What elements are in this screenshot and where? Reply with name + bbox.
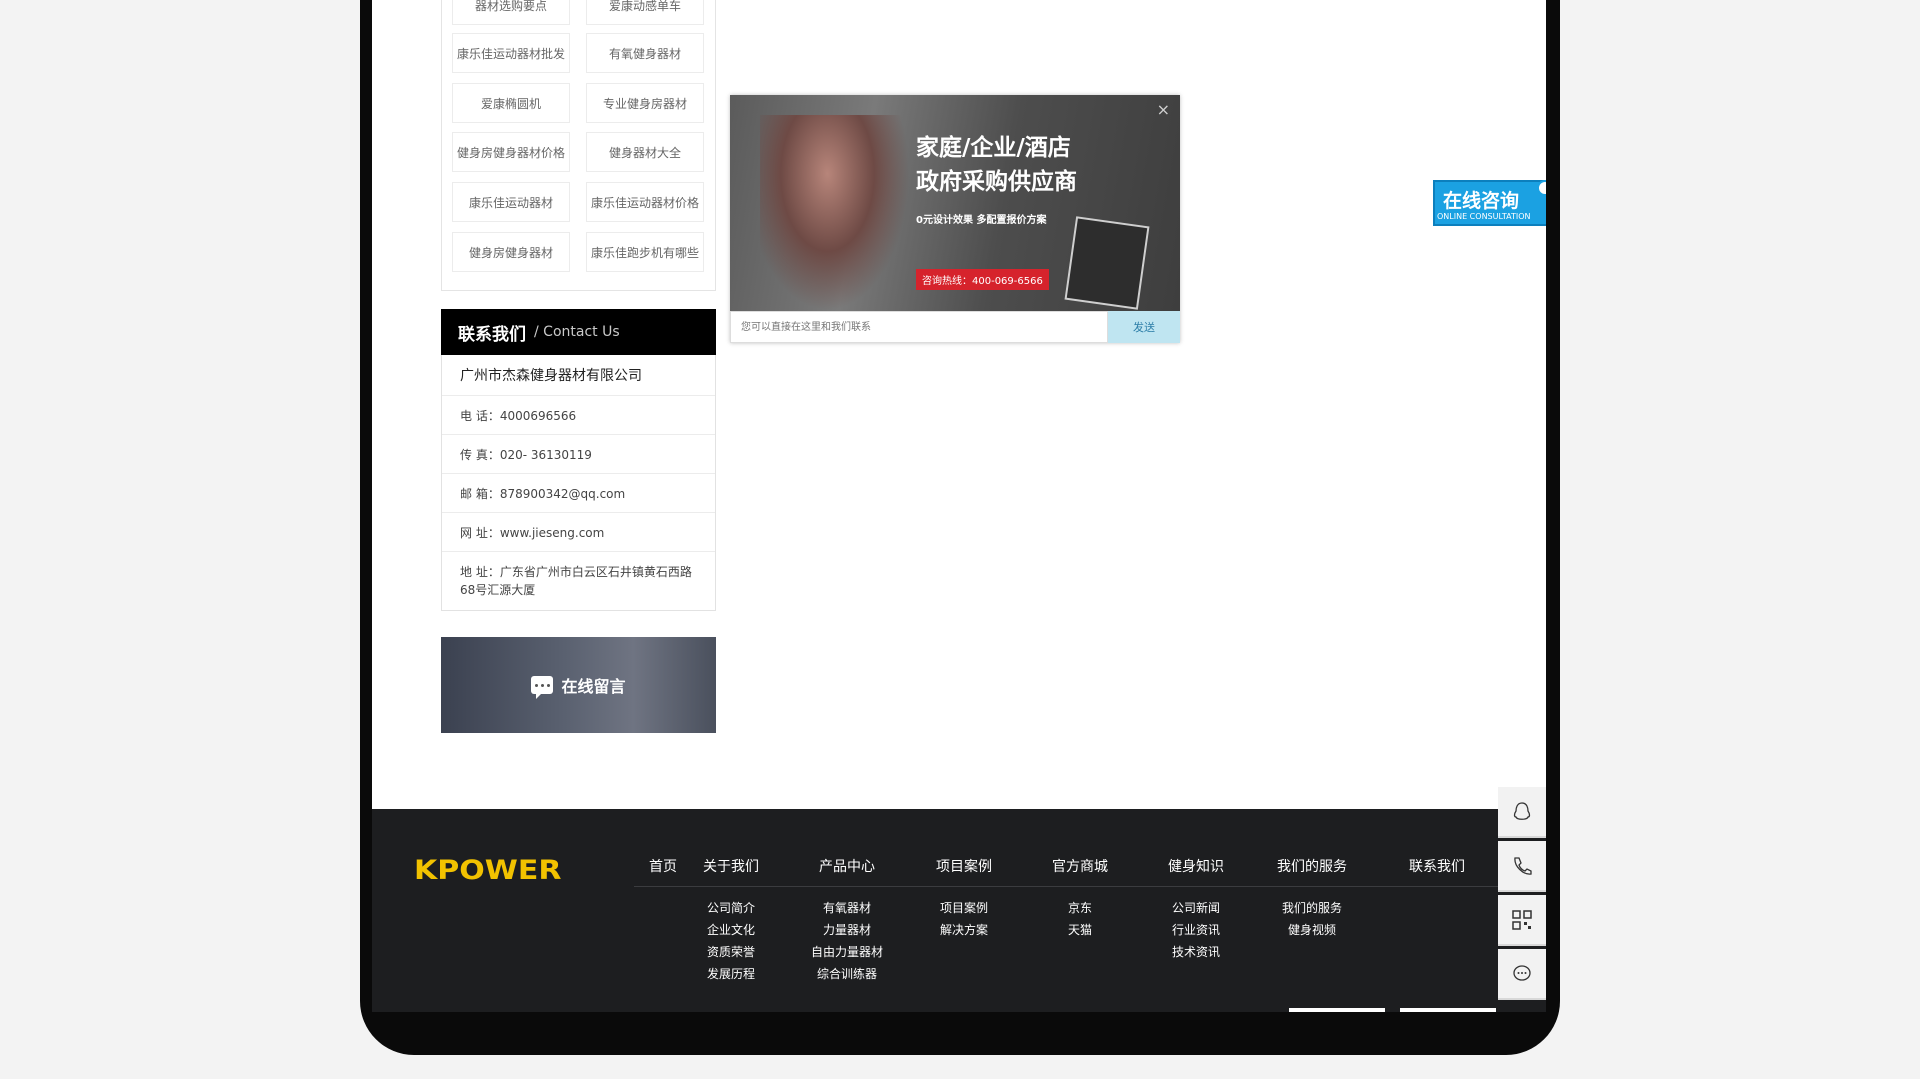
chat-badge-icon [1537,180,1546,196]
tag-link[interactable]: 爱康动感单车 [586,0,704,25]
online-message-label: 在线留言 [561,677,626,696]
footer-link[interactable]: 公司简介 [683,899,779,916]
footer-link[interactable]: 自由力量器材 [799,943,895,960]
footer-link[interactable]: 力量器材 [799,921,895,938]
footer-nav-service[interactable]: 我们的服务 [1264,856,1360,876]
popup-title: 家庭/企业/酒店 政府采购供应商 [916,135,1077,195]
tag-link[interactable]: 康乐佳运动器材批发 [452,33,570,73]
popup-subtitle: 0元设计效果 多配置报价方案 [916,215,1047,226]
footer-link[interactable]: 天猫 [1032,921,1128,938]
footer-link[interactable]: 解决方案 [916,921,1012,938]
footer-link[interactable]: 项目案例 [916,899,1012,916]
side-dock [1498,787,1546,1012]
company-name: 广州市杰森健身器材有限公司 [442,355,715,396]
footer-link[interactable]: 企业文化 [683,921,779,938]
chat-icon[interactable] [1498,949,1546,1000]
online-consultation-button[interactable]: 在线咨询 ONLINE CONSULTATION [1433,180,1546,226]
contact-website: 网 址：www.jieseng.com [442,513,715,552]
tag-link[interactable]: 健身器材大全 [586,132,704,172]
footer: KPOWER 首页 关于我们 产品中心 项目案例 官方商城 健身知识 我们的服务… [372,809,1546,1012]
tag-link[interactable]: 健身房健身器材 [452,232,570,272]
footer-nav-knowledge[interactable]: 健身知识 [1148,856,1244,876]
contact-email: 邮 箱：878900342@qq.com [442,474,715,513]
footer-link[interactable]: 发展历程 [683,965,779,982]
footer-link[interactable]: 资质荣誉 [683,943,779,960]
tag-link[interactable]: 康乐佳运动器材价格 [586,182,704,222]
footer-nav-store[interactable]: 官方商城 [1032,856,1128,876]
contact-box: 联系我们 / Contact Us 广州市杰森健身器材有限公司 电 话：4000… [441,309,716,611]
footer-link[interactable]: 技术资讯 [1148,943,1244,960]
consult-popup: 家庭/企业/酒店 政府采购供应商 0元设计效果 多配置报价方案 咨询热线：400… [730,95,1180,343]
footer-link[interactable]: 我们的服务 [1264,899,1360,916]
contact-address: 地 址：广东省广州市白云区石井镇黄石西路68号汇源大厦 [460,565,692,597]
contact-subtitle: / Contact Us [534,324,620,340]
popup-hotline: 咨询热线：400-069-6566 [916,269,1049,290]
footer-divider [634,886,1498,887]
tag-link[interactable]: 器材选购要点 [452,0,570,25]
qr-code-icon[interactable] [1498,895,1546,946]
online-consult-sublabel: ONLINE CONSULTATION [1437,212,1531,221]
footer-link[interactable]: 综合训练器 [799,965,895,982]
floor-plan-image [1064,216,1150,310]
contact-header: 联系我们 / Contact Us [441,309,716,355]
contact-fax: 传 真：020- 36130119 [442,435,715,474]
send-button[interactable]: 发送 [1108,311,1180,343]
tag-link[interactable]: 康乐佳运动器材 [452,182,570,222]
tag-link[interactable]: 健身房健身器材价格 [452,132,570,172]
athlete-photo [760,115,910,311]
tag-link[interactable]: 康乐佳跑步机有哪些 [586,232,704,272]
footer-nav-products[interactable]: 产品中心 [799,856,895,876]
footer-qr-tab[interactable] [1400,1008,1496,1012]
footer-link[interactable]: 京东 [1032,899,1128,916]
kpower-logo[interactable]: KPOWER [414,855,561,887]
footer-link[interactable]: 有氧器材 [799,899,895,916]
web-page: 器材选购要点 爱康动感单车 康乐佳运动器材批发 有氧健身器材 爱康椭圆机 专业健… [372,0,1546,1012]
footer-nav-cases[interactable]: 项目案例 [916,856,1012,876]
tag-link[interactable]: 专业健身房器材 [586,83,704,123]
contact-phone: 电 话：4000696566 [442,396,715,435]
tag-panel: 器材选购要点 爱康动感单车 康乐佳运动器材批发 有氧健身器材 爱康椭圆机 专业健… [441,0,716,291]
contact-title: 联系我们 [458,324,526,345]
footer-link[interactable]: 健身视频 [1264,921,1360,938]
footer-nav-about[interactable]: 关于我们 [683,856,779,876]
message-bubble-icon [531,676,554,699]
phone-icon[interactable] [1498,841,1546,892]
online-message-banner[interactable]: 在线留言 [441,637,716,733]
footer-qr-tab[interactable] [1289,1008,1385,1012]
popup-promo-image: 家庭/企业/酒店 政府采购供应商 0元设计效果 多配置报价方案 咨询热线：400… [730,95,1180,311]
footer-link[interactable]: 公司新闻 [1148,899,1244,916]
tag-link[interactable]: 有氧健身器材 [586,33,704,73]
close-icon[interactable]: × [1157,100,1170,119]
online-consult-label: 在线咨询 [1443,190,1520,212]
tag-link[interactable]: 爱康椭圆机 [452,83,570,123]
qq-icon[interactable] [1498,787,1546,838]
footer-nav-contact[interactable]: 联系我们 [1389,856,1485,876]
footer-link[interactable]: 行业资讯 [1148,921,1244,938]
popup-message-input[interactable] [730,311,1108,343]
